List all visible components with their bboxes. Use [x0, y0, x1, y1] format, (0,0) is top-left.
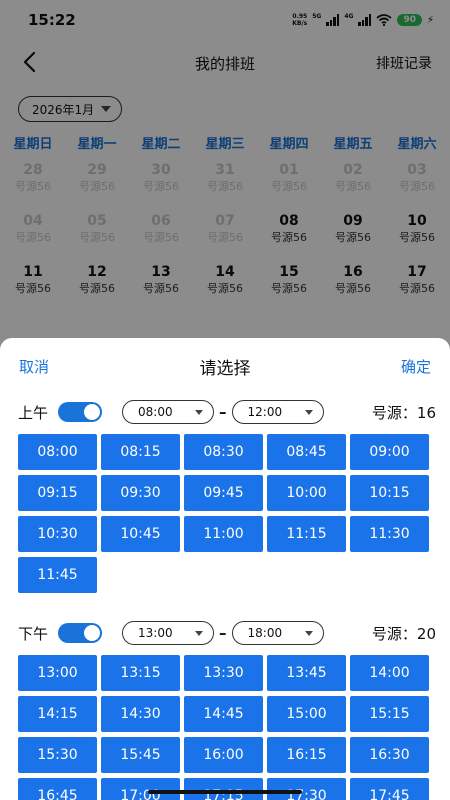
afternoon-toggle[interactable]	[58, 623, 102, 643]
sheet-title: 请选择	[199, 359, 251, 379]
time-slot-button[interactable]: 13:15	[101, 655, 180, 691]
time-slot-button[interactable]: 15:30	[18, 737, 97, 773]
time-slot-button[interactable]: 15:45	[101, 737, 180, 773]
time-slot-button[interactable]: 14:30	[101, 696, 180, 732]
time-slot-button[interactable]: 11:00	[184, 516, 263, 552]
range-separator: –	[219, 624, 227, 642]
morning-slot-grid: 08:00 08:15 08:30 08:45 09:00 09:15 09:30 09:45…	[0, 432, 450, 593]
time-slot-button[interactable]: 10:00	[267, 475, 346, 511]
range-separator: –	[219, 403, 227, 421]
time-slot-button[interactable]: 17:30	[267, 778, 346, 800]
toggle-knob	[84, 404, 100, 420]
time-slot-button[interactable]: 09:00	[350, 434, 429, 470]
time-slot-button[interactable]: 17:45	[350, 778, 429, 800]
time-slot-button[interactable]: 09:15	[18, 475, 97, 511]
time-picker-sheet: 取消 请选择 确定 上午 08:00 – 12:00 号源：16 08:00 08…	[0, 338, 450, 800]
time-slot-button[interactable]: 11:30	[350, 516, 429, 552]
time-slot-button[interactable]: 08:30	[184, 434, 263, 470]
toggle-knob	[84, 625, 100, 641]
afternoon-quota: 号源：20	[371, 624, 436, 643]
time-slot-button[interactable]: 13:00	[18, 655, 97, 691]
time-slot-button[interactable]: 10:45	[101, 516, 180, 552]
time-slot-button[interactable]: 14:45	[184, 696, 263, 732]
afternoon-row: 下午 13:00 – 18:00 号源：20	[0, 613, 450, 653]
afternoon-end-value: 18:00	[247, 626, 283, 640]
chevron-down-icon	[195, 409, 203, 415]
confirm-button[interactable]: 确定	[401, 356, 431, 377]
afternoon-start-value: 13:00	[138, 626, 173, 640]
time-slot-button[interactable]: 16:15	[267, 737, 346, 773]
sheet-header: 取消 请选择 确定	[0, 338, 450, 392]
time-slot-button[interactable]: 08:00	[18, 434, 97, 470]
time-slot-button[interactable]: 16:45	[18, 778, 97, 800]
time-slot-button[interactable]: 15:00	[267, 696, 346, 732]
time-slot-button[interactable]: 08:15	[101, 434, 180, 470]
time-slot-button[interactable]: 16:30	[350, 737, 429, 773]
time-slot-button[interactable]: 10:15	[350, 475, 429, 511]
morning-label: 上午	[18, 403, 49, 422]
morning-row: 上午 08:00 – 12:00 号源：16	[0, 392, 450, 432]
time-slot-button[interactable]: 09:30	[101, 475, 180, 511]
chevron-down-icon	[195, 630, 203, 636]
time-slot-button[interactable]: 13:30	[184, 655, 263, 691]
time-slot-button[interactable]: 08:45	[267, 434, 346, 470]
time-slot-button[interactable]: 09:45	[184, 475, 263, 511]
morning-end-value: 12:00	[247, 405, 283, 419]
time-slot-button[interactable]: 14:15	[18, 696, 97, 732]
time-slot-button[interactable]: 17:15	[184, 778, 263, 800]
time-slot-button[interactable]: 15:15	[350, 696, 429, 732]
morning-quota: 号源：16	[371, 403, 436, 422]
home-indicator[interactable]	[148, 790, 302, 794]
morning-start-value: 08:00	[138, 405, 173, 419]
afternoon-slot-grid: 13:00 13:15 13:30 13:45 14:00 14:15 14:30 14:45…	[0, 653, 450, 800]
morning-toggle[interactable]	[58, 402, 102, 422]
time-slot-button[interactable]: 16:00	[184, 737, 263, 773]
afternoon-label: 下午	[18, 624, 49, 643]
time-slot-button[interactable]: 10:30	[18, 516, 97, 552]
afternoon-end-select[interactable]: 18:00	[231, 621, 324, 645]
morning-start-select[interactable]: 08:00	[122, 400, 214, 424]
chevron-down-icon	[304, 409, 313, 415]
morning-end-select[interactable]: 12:00	[231, 400, 324, 424]
time-slot-button[interactable]: 17:00	[101, 778, 180, 800]
afternoon-start-select[interactable]: 13:00	[122, 621, 214, 645]
time-slot-button[interactable]: 11:15	[267, 516, 346, 552]
time-slot-button[interactable]: 11:45	[18, 557, 97, 593]
chevron-down-icon	[304, 630, 313, 636]
time-slot-button[interactable]: 13:45	[267, 655, 346, 691]
time-slot-button[interactable]: 14:00	[350, 655, 429, 691]
